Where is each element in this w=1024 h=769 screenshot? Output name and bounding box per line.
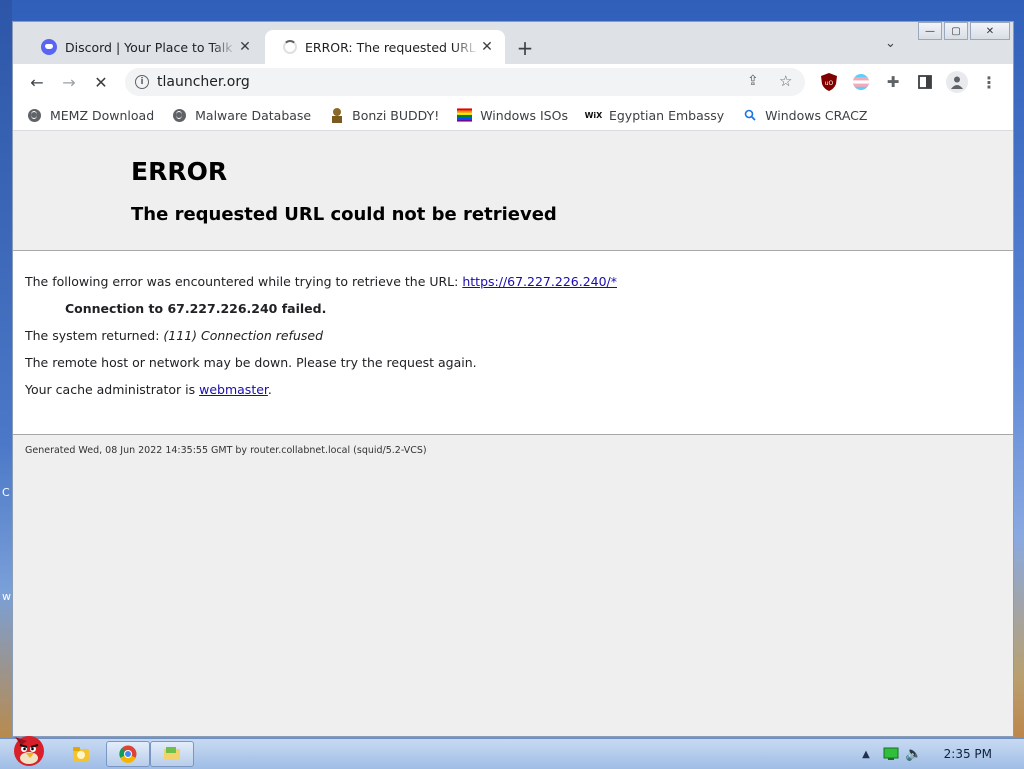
back-arrow-icon[interactable]: ←: [25, 71, 49, 93]
svg-text:uO: uO: [825, 80, 834, 87]
new-tab-button[interactable]: +: [513, 36, 537, 60]
page-subtitle: The requested URL could not be retrieved: [131, 204, 557, 225]
bookmarks-bar: MEMZ Download Malware Database Bonzi BUD…: [13, 100, 1013, 131]
bookmark-malware-database[interactable]: Malware Database: [172, 108, 311, 123]
share-icon[interactable]: ⇪: [747, 73, 759, 89]
info-icon[interactable]: i: [135, 75, 149, 89]
webmaster-link[interactable]: webmaster: [199, 382, 268, 397]
forward-arrow-icon[interactable]: →: [57, 71, 81, 93]
discord-icon: [41, 39, 57, 55]
error-code-text: (111) Connection refused: [163, 328, 323, 343]
bookmark-label: Bonzi BUDDY!: [352, 107, 440, 123]
start-button[interactable]: [4, 731, 50, 767]
bonzi-icon: [329, 108, 344, 123]
loading-spinner-icon: [283, 40, 297, 54]
error-url-link[interactable]: https://67.227.226.240/*: [462, 274, 617, 289]
error-line-url: The following error was encountered whil…: [25, 274, 617, 289]
bookmark-label: Malware Database: [195, 107, 312, 123]
bookmark-label: Windows ISOs: [480, 107, 568, 123]
chevron-down-icon[interactable]: ⌄: [885, 36, 896, 51]
chrome-taskbar-button[interactable]: [106, 741, 150, 767]
desktop-icon-label: C: [2, 486, 10, 499]
trans-flag-icon[interactable]: [851, 72, 871, 92]
rainbow-flag-icon: [457, 108, 473, 123]
globe-icon: [172, 108, 187, 123]
generated-footer: Generated Wed, 08 Jun 2022 14:35:55 GMT …: [25, 445, 427, 456]
bookmark-label: MEMZ Download: [50, 107, 155, 123]
retry-hint-text: The remote host or network may be down. …: [25, 355, 477, 370]
page-content: ERROR The requested URL could not be ret…: [13, 131, 1013, 736]
bookmark-label: Windows CRACZ: [765, 107, 868, 123]
tab-title: ERROR: The requested URL could not be re…: [305, 39, 479, 55]
connection-failed-text: Connection to 67.227.226.240 failed.: [65, 301, 327, 316]
menu-kebab-icon[interactable]: ⋮: [979, 72, 999, 92]
system-returned-line: The system returned: (111) Connection re…: [25, 328, 323, 343]
search-icon: [742, 108, 757, 123]
bookmark-label: Egyptian Embassy: [608, 107, 725, 123]
tab-discord[interactable]: Discord | Your Place to Talk and Hang Ou…: [23, 30, 263, 64]
star-icon[interactable]: ☆: [779, 72, 792, 90]
error-text: Your cache administrator is: [25, 382, 200, 397]
tab-title: Discord | Your Place to Talk and Hang Ou…: [65, 39, 237, 55]
bookmark-windows-cracz[interactable]: Windows CRACZ: [742, 108, 867, 123]
explorer-taskbar-button[interactable]: [150, 741, 194, 767]
close-icon[interactable]: ✕: [237, 39, 253, 55]
window-close-button[interactable]: ✕: [970, 22, 1010, 40]
bookmark-memz-download[interactable]: MEMZ Download: [27, 108, 154, 123]
maximize-button[interactable]: ▢: [944, 22, 968, 40]
error-body: The following error was encountered whil…: [13, 251, 1013, 435]
minimize-button[interactable]: —: [918, 22, 942, 40]
browser-toolbar: ← → ✕ i tlauncher.org ⇪ ☆ uO ✚ ⋮: [13, 64, 1013, 100]
volume-icon[interactable]: 🔈: [904, 741, 924, 767]
tab-error[interactable]: ERROR: The requested URL could not be re…: [265, 30, 505, 64]
bookmark-windows-isos[interactable]: Windows ISOs: [457, 108, 568, 123]
ublock-icon[interactable]: uO: [819, 72, 839, 92]
side-panel-icon[interactable]: [915, 72, 935, 92]
address-text[interactable]: tlauncher.org: [157, 74, 250, 90]
browser-window: Discord | Your Place to Talk and Hang Ou…: [12, 21, 1014, 737]
tray-expand-icon[interactable]: ▲: [858, 741, 874, 767]
desktop-background: [0, 0, 12, 740]
folder-icon[interactable]: [64, 741, 98, 767]
address-bar[interactable]: i tlauncher.org ⇪ ☆: [125, 68, 805, 96]
punctuation: .: [267, 382, 272, 397]
cache-admin-line: Your cache administrator is webmaster.: [25, 382, 272, 397]
bookmark-bonzi-buddy[interactable]: Bonzi BUDDY!: [329, 108, 439, 123]
stop-loading-icon[interactable]: ✕: [89, 71, 113, 93]
tab-strip: Discord | Your Place to Talk and Hang Ou…: [13, 22, 1013, 64]
error-text: The system returned:: [25, 328, 164, 343]
error-text: The following error was encountered whil…: [25, 274, 463, 289]
profile-avatar-icon[interactable]: [946, 71, 968, 93]
wix-icon: WiX: [584, 110, 603, 120]
page-title: ERROR: [131, 157, 228, 186]
bookmark-egyptian-embassy[interactable]: WiX Egyptian Embassy: [584, 107, 725, 123]
network-icon[interactable]: [882, 741, 900, 767]
close-icon[interactable]: ✕: [479, 39, 495, 55]
error-header: ERROR The requested URL could not be ret…: [13, 131, 1013, 251]
globe-icon: [27, 108, 42, 123]
extensions-puzzle-icon[interactable]: ✚: [883, 72, 903, 92]
desktop-icon-label: w: [2, 590, 11, 603]
taskbar: ▲ 🔈 2:35 PM: [0, 736, 1024, 769]
taskbar-clock[interactable]: 2:35 PM: [944, 747, 992, 761]
